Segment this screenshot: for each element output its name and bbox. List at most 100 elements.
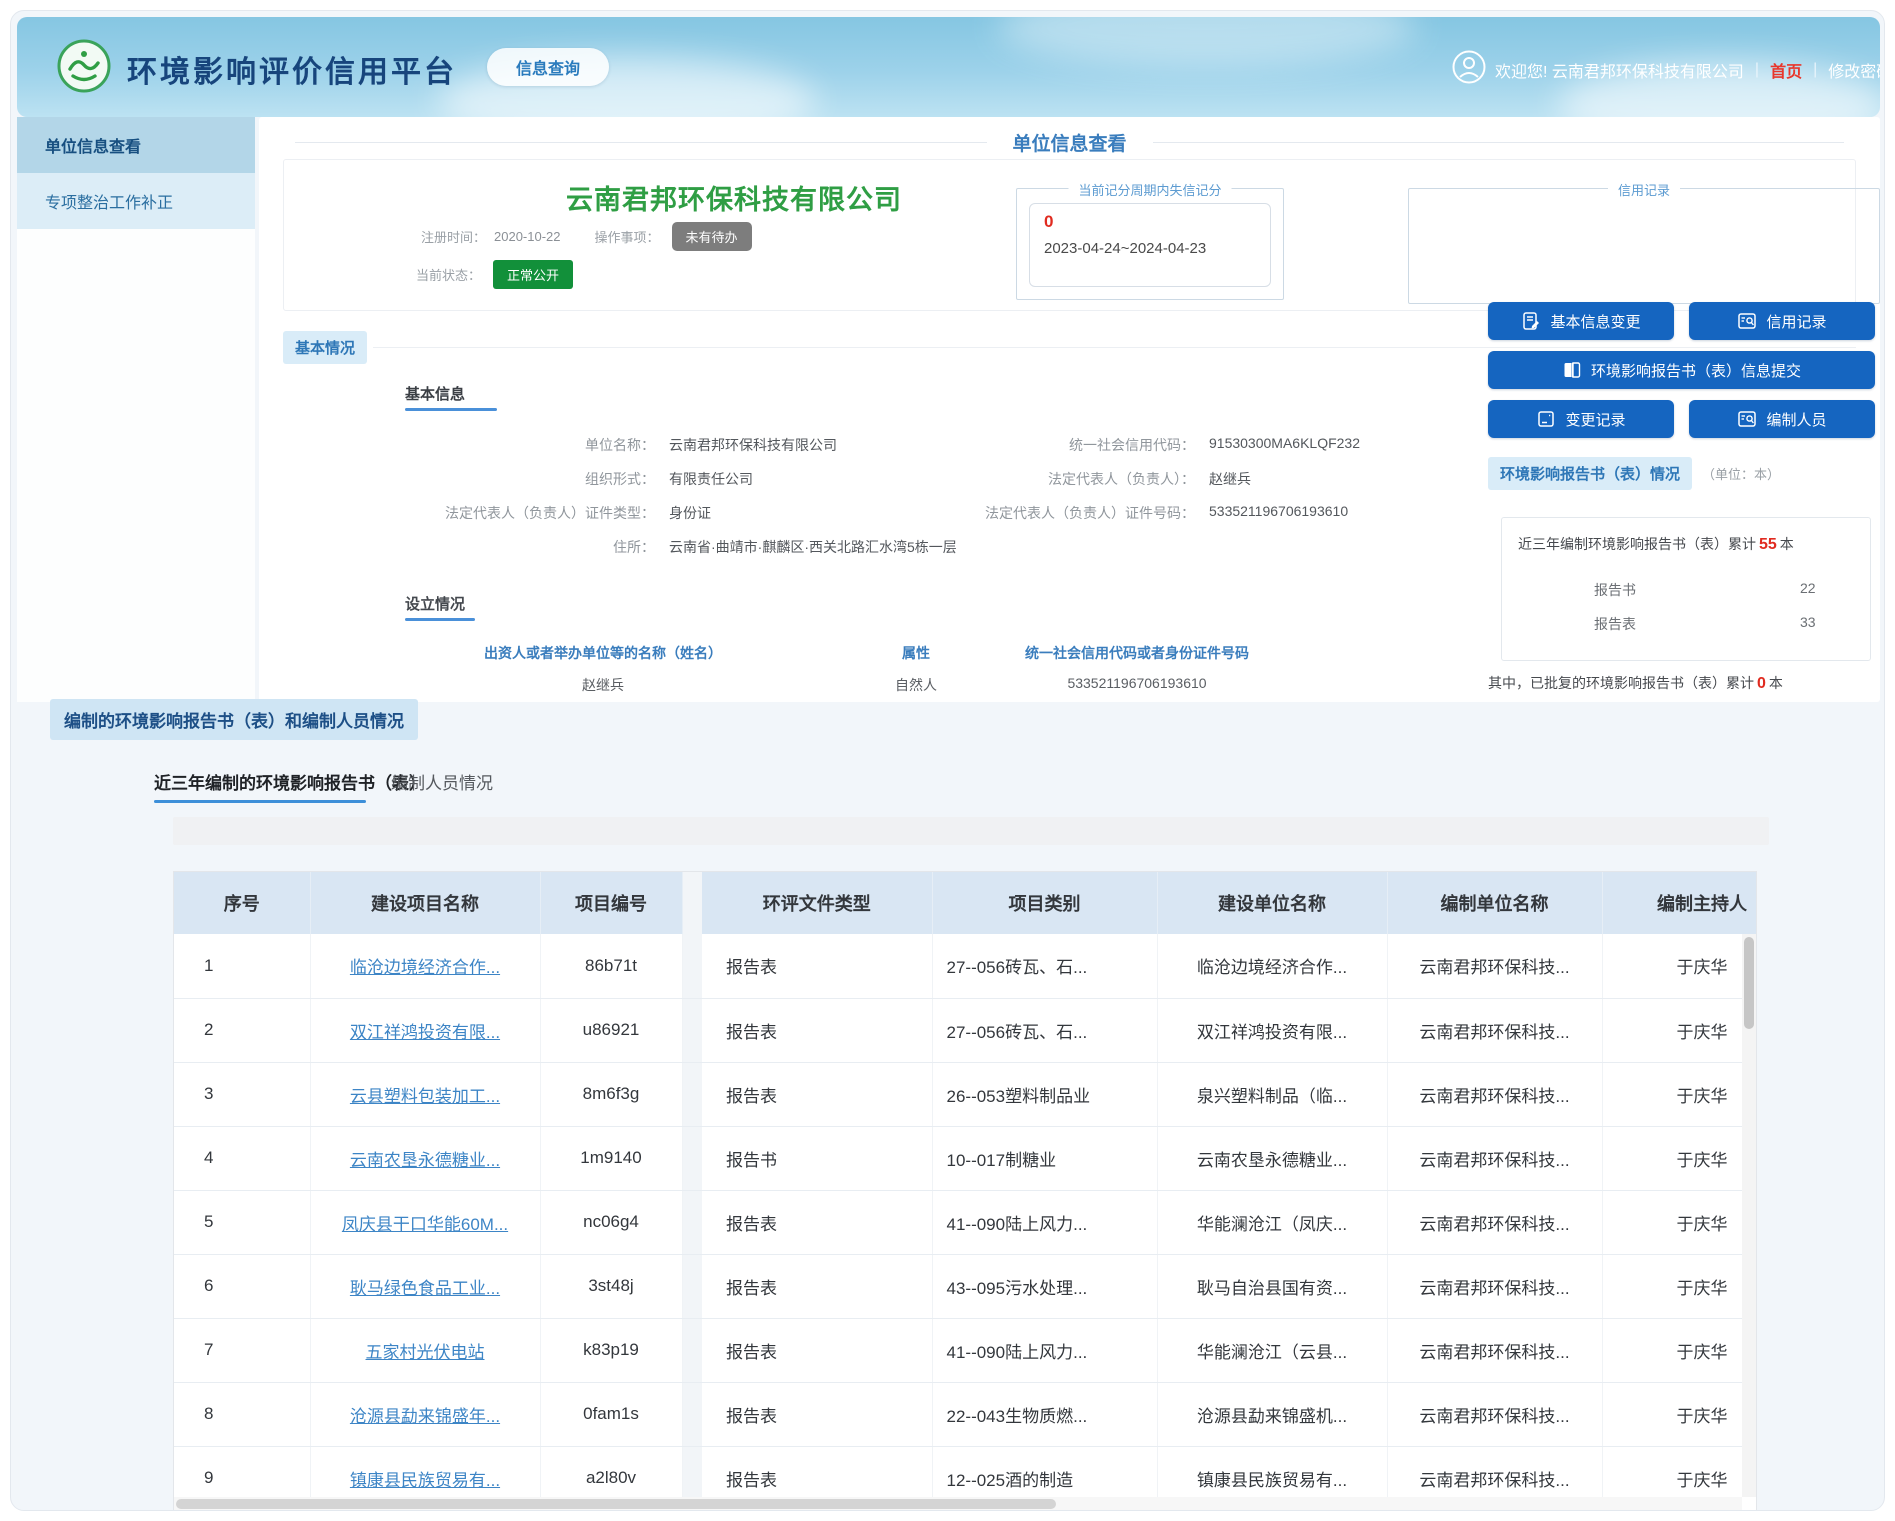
- table-row: 8沧源县勐来锦盛年...0fam1s报告表22--043生物质燃...沧源县勐来…: [174, 1382, 1757, 1446]
- column-divider: [682, 934, 702, 998]
- status-label: 当前状态：: [416, 265, 481, 284]
- sidebar-item-unit-info[interactable]: 单位信息查看: [17, 117, 255, 173]
- vertical-scrollbar-thumb[interactable]: [1744, 937, 1754, 1029]
- sidebar: 单位信息查看 专项整治工作补正: [17, 117, 255, 702]
- table-cell: 于庆华: [1602, 1126, 1757, 1190]
- table-cell: 于庆华: [1602, 1254, 1757, 1318]
- bottom-section-title: 编制的环境影响报告书（表）和编制人员情况: [50, 699, 418, 740]
- table-row: 3云县塑料包装加工...8m6f3g报告表26--053塑料制品业泉兴塑料制品（…: [174, 1062, 1757, 1126]
- table-cell: 云南君邦环保科技...: [1387, 1190, 1602, 1254]
- nav-home-link[interactable]: 首页: [1770, 58, 1802, 82]
- separator: |: [1755, 61, 1759, 79]
- app-title: 环境影响评价信用平台: [127, 47, 457, 91]
- table-cell: 华能澜沧江（云县...: [1157, 1318, 1387, 1382]
- table-cell: nc06g4: [540, 1190, 682, 1254]
- project-name-link[interactable]: 沧源县勐来锦盛年...: [310, 1382, 540, 1446]
- project-name-link[interactable]: 云县塑料包装加工...: [310, 1062, 540, 1126]
- stats-total-value: 55: [1756, 536, 1780, 553]
- form-field-label: 单位名称：: [355, 435, 655, 455]
- row-index-cell: 2: [174, 998, 310, 1062]
- form-field-label: 法定代表人（负责人）证件号码：: [895, 503, 1195, 523]
- tab-compiler-status[interactable]: 编制人员情况: [391, 769, 493, 794]
- project-name-link[interactable]: 耿马绿色食品工业...: [310, 1254, 540, 1318]
- table-cell: 于庆华: [1602, 1382, 1757, 1446]
- column-divider: [682, 1062, 702, 1126]
- credit-record-panel: 信用记录: [1408, 188, 1880, 304]
- stat-value-report-book: 22: [1800, 580, 1816, 596]
- credit-record-button[interactable]: 信用记录: [1689, 302, 1875, 340]
- tab-basic-info[interactable]: 基本信息: [405, 383, 465, 404]
- table-cell: 云南君邦环保科技...: [1387, 1062, 1602, 1126]
- tab-underline: [405, 408, 497, 411]
- company-name: 云南君邦环保科技有限公司: [404, 178, 1064, 217]
- stats-total-line: 近三年编制环境影响报告书（表）累计55本: [1518, 534, 1794, 554]
- table-cell: 华能澜沧江（凤庆...: [1157, 1190, 1387, 1254]
- table-cell: 86b71t: [540, 934, 682, 998]
- tab-recent-reports[interactable]: 近三年编制的环境影响报告书（表）: [154, 769, 426, 794]
- setup-table-cell: 533521196706193610: [957, 675, 1317, 691]
- project-name-link[interactable]: 双江祥鸿投资有限...: [310, 998, 540, 1062]
- report-submit-button[interactable]: 环境影响报告书（表）信息提交: [1488, 351, 1875, 389]
- horizontal-scrollbar[interactable]: [174, 1497, 1742, 1511]
- score-period: 2023-04-24~2024-04-23: [1044, 240, 1256, 257]
- info-query-button[interactable]: 信息查询: [487, 48, 609, 86]
- pending-badge: 未有待办: [672, 222, 752, 251]
- doc-type-cell: 报告表: [702, 1254, 932, 1318]
- form-field-label: 统一社会信用代码：: [895, 435, 1195, 455]
- user-area: 欢迎您! 云南君邦环保科技有限公司 | 首页 | 修改密码 | 退出: [1452, 50, 1880, 89]
- button-label: 信用记录: [1766, 311, 1826, 332]
- project-category-cell: 27--056砖瓦、石...: [932, 998, 1157, 1062]
- table-cell: 云南农垦永德糖业...: [1157, 1126, 1387, 1190]
- report-stats-box: 近三年编制环境影响报告书（表）累计55本 报告书 22 报告表 33: [1501, 517, 1871, 661]
- row-index-cell: 7: [174, 1318, 310, 1382]
- project-name-link[interactable]: 五家村光伏电站: [310, 1318, 540, 1382]
- horizontal-scrollbar-thumb[interactable]: [176, 1499, 1056, 1509]
- nav-change-password-link[interactable]: 修改密码: [1828, 58, 1880, 82]
- table-cell: 于庆华: [1602, 998, 1757, 1062]
- vertical-scrollbar[interactable]: [1742, 934, 1756, 1497]
- page-title: 单位信息查看: [987, 129, 1153, 156]
- top-header: 环境影响评价信用平台 信息查询 欢迎您! 云南君邦环保科技有限公司 | 首页 |…: [17, 17, 1880, 117]
- person-search-icon: [1737, 409, 1757, 429]
- project-category-cell: 41--090陆上风力...: [932, 1318, 1157, 1382]
- basic-section-chip: 基本情况: [283, 331, 367, 364]
- column-header: 项目类别: [932, 872, 1157, 934]
- column-divider: [682, 1126, 702, 1190]
- table-cell: 于庆华: [1602, 1062, 1757, 1126]
- table-toolbar-bar: [173, 817, 1769, 845]
- status-badge: 正常公开: [493, 260, 573, 289]
- sidebar-item-special-rectification[interactable]: 专项整治工作补正: [17, 173, 255, 229]
- table-cell: 泉兴塑料制品（临...: [1157, 1062, 1387, 1126]
- reports-table-wrap: 序号建设项目名称项目编号环评文件类型项目类别建设单位名称编制单位名称编制主持人 …: [173, 871, 1757, 1511]
- table-row: 6耿马绿色食品工业...3st48j报告表43--095污水处理...耿马自治县…: [174, 1254, 1757, 1318]
- project-name-link[interactable]: 云南农垦永德糖业...: [310, 1126, 540, 1190]
- report-stats-chip: 环境影响报告书（表）情况: [1488, 457, 1692, 490]
- user-avatar-icon: [1452, 50, 1486, 89]
- project-name-link[interactable]: 凤庆县干口华能60M...: [310, 1190, 540, 1254]
- form-field-value: 533521196706193610: [1209, 503, 1348, 519]
- compilers-button[interactable]: 编制人员: [1689, 400, 1875, 438]
- table-cell: 云南君邦环保科技...: [1387, 1382, 1602, 1446]
- stats-note-line: 其中，已批复的环境影响报告书（表）累计0本: [1488, 673, 1783, 693]
- tab-setup-info[interactable]: 设立情况: [405, 593, 465, 614]
- table-row: 5凤庆县干口华能60M...nc06g4报告表41--090陆上风力...华能澜…: [174, 1190, 1757, 1254]
- table-row: 4云南农垦永德糖业...1m9140报告书10--017制糖业云南农垦永德糖业.…: [174, 1126, 1757, 1190]
- project-category-cell: 26--053塑料制品业: [932, 1062, 1157, 1126]
- table-cell: 临沧边境经济合作...: [1157, 934, 1387, 998]
- project-name-link[interactable]: 临沧边境经济合作...: [310, 934, 540, 998]
- change-record-button[interactable]: 变更记录: [1488, 400, 1674, 438]
- doc-type-cell: 报告表: [702, 1382, 932, 1446]
- project-category-cell: 43--095污水处理...: [932, 1254, 1157, 1318]
- table-header-row: 序号建设项目名称项目编号环评文件类型项目类别建设单位名称编制单位名称编制主持人: [174, 872, 1757, 934]
- doc-type-cell: 报告表: [702, 998, 932, 1062]
- button-label: 编制人员: [1766, 409, 1826, 430]
- doc-type-cell: 报告表: [702, 1190, 932, 1254]
- row-index-cell: 8: [174, 1382, 310, 1446]
- table-cell: 云南君邦环保科技...: [1387, 1254, 1602, 1318]
- project-category-cell: 10--017制糖业: [932, 1126, 1157, 1190]
- form-field-label: 组织形式：: [355, 469, 655, 489]
- column-divider: [682, 1254, 702, 1318]
- basic-info-change-button[interactable]: 基本信息变更: [1488, 302, 1674, 340]
- project-category-cell: 41--090陆上风力...: [932, 1190, 1157, 1254]
- column-divider: [682, 1190, 702, 1254]
